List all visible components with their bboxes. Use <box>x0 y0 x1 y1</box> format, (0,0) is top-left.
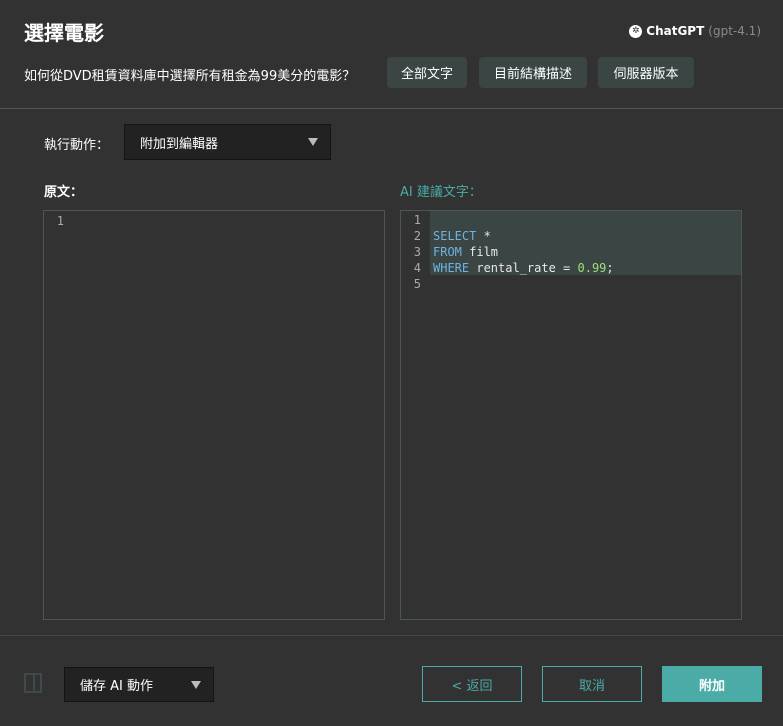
code-text: rental_rate = <box>469 261 578 275</box>
original-editor[interactable]: 1 <box>43 210 385 620</box>
divider <box>0 635 783 636</box>
action-label: 執行動作： <box>44 138 110 153</box>
number-literal: 0.99 <box>577 261 607 275</box>
line-number: 3 <box>413 245 421 259</box>
tab-current-schema[interactable]: 目前結構描述 <box>479 57 587 88</box>
save-ai-action-select[interactable]: 儲存 AI 動作 <box>64 667 214 702</box>
line-number: 1 <box>413 213 421 227</box>
code-text: * <box>476 229 491 243</box>
suggestion-label: AI 建議文字： <box>400 185 482 200</box>
line-number: 1 <box>56 214 64 228</box>
split-view-icon[interactable] <box>24 673 42 693</box>
action-select[interactable]: 附加到編輯器 <box>124 124 331 160</box>
back-button[interactable]: < 返回 <box>422 666 522 702</box>
line-number: 2 <box>413 229 421 243</box>
line-number: 5 <box>413 277 421 291</box>
chevron-down-icon <box>191 680 201 689</box>
model-name: (gpt-4.1) <box>708 24 761 38</box>
action-select-value: 附加到編輯器 <box>140 136 219 152</box>
code-text: film <box>461 245 499 259</box>
code-line: FROM film <box>433 244 498 260</box>
code-text: ; <box>606 261 614 275</box>
divider <box>0 108 783 109</box>
dialog-title: 選擇電影 <box>24 21 104 45</box>
original-label: 原文： <box>44 185 84 200</box>
keyword: SELECT <box>433 229 477 243</box>
keyword: FROM <box>433 245 462 259</box>
attach-button[interactable]: 附加 <box>662 666 762 702</box>
question-text: 如何從DVD租賃資料庫中選擇所有租金為99美分的電影？ <box>24 69 356 84</box>
code-line: SELECT * <box>433 228 491 244</box>
chatgpt-logo-icon: ✲ <box>629 24 643 38</box>
chevron-down-icon <box>308 138 318 146</box>
tab-all-text[interactable]: 全部文字 <box>387 57 467 88</box>
tab-server-version[interactable]: 伺服器版本 <box>598 57 694 88</box>
cancel-button[interactable]: 取消 <box>542 666 642 702</box>
save-ai-action-label: 儲存 AI 動作 <box>80 679 153 694</box>
code-line: WHERE rental_rate = 0.99; <box>433 260 614 276</box>
line-number: 4 <box>413 261 421 275</box>
brand: ✲ ChatGPT (gpt-4.1) <box>629 24 761 38</box>
keyword: WHERE <box>433 261 470 275</box>
suggestion-editor[interactable]: 1 2 3 4 5 SELECT * FROM film WHERE renta… <box>400 210 742 620</box>
brand-name: ChatGPT <box>646 24 705 38</box>
